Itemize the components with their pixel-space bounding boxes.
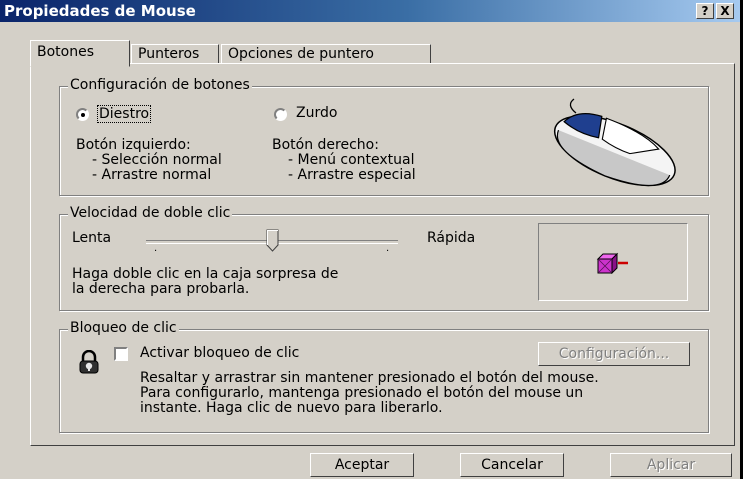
double-click-group: Velocidad de doble clic Lenta Rápida · ·… [59, 205, 709, 311]
slow-label: Lenta [72, 230, 112, 246]
right-button-line-2: - Arrastre especial [288, 167, 416, 183]
right-button-heading: Botón derecho: [272, 137, 379, 153]
click-lock-description-line-1: Resaltar y arrastrar sin mantener presio… [140, 370, 599, 386]
click-lock-group: Bloqueo de clic Activar bloqueo de clic … [59, 320, 709, 433]
click-lock-description-line-2: Para configurarlo, mantenga presionado e… [140, 385, 584, 401]
fast-label: Rápida [427, 230, 476, 246]
button-config-group: Configuración de botones Diestro Zurdo B… [59, 77, 709, 196]
title-bar[interactable]: Propiedades de Mouse ? X [0, 0, 740, 22]
ok-button[interactable]: Aceptar [310, 453, 414, 477]
padlock-icon [79, 350, 99, 374]
click-lock-checkbox[interactable] [114, 347, 128, 361]
left-handed-radio[interactable] [274, 108, 287, 121]
click-lock-legend: Bloqueo de clic [68, 320, 179, 336]
left-button-heading: Botón izquierdo: [76, 137, 191, 153]
right-handed-label[interactable]: Diestro [97, 105, 152, 123]
double-click-legend: Velocidad de doble clic [68, 205, 233, 221]
click-lock-checkbox-label[interactable]: Activar bloqueo de clic [140, 345, 299, 361]
window-title: Propiedades de Mouse [4, 2, 196, 20]
button-config-legend: Configuración de botones [68, 77, 252, 93]
tab-opciones-label: Opciones de puntero [228, 46, 374, 62]
left-button-line-2: - Arrastre normal [92, 167, 212, 183]
tab-panel: Configuración de botones Diestro Zurdo B… [30, 63, 735, 446]
double-click-hint-line-1: Haga doble clic en la caja sorpresa de [72, 266, 339, 282]
click-lock-settings-button[interactable]: Configuración... [538, 342, 690, 366]
click-lock-description-line-3: instante. Haga clic de nuevo para libera… [140, 400, 443, 416]
tab-opciones-de-puntero[interactable]: Opciones de puntero [221, 44, 431, 64]
close-button[interactable]: X [716, 3, 734, 19]
mouse-properties-window: Propiedades de Mouse ? X Botones Puntero… [0, 0, 743, 479]
tab-botones[interactable]: Botones [30, 40, 130, 67]
left-handed-label[interactable]: Zurdo [296, 105, 337, 121]
double-click-hint-line-2: la derecha para probarla. [72, 281, 250, 297]
tab-punteros-label: Punteros [138, 46, 200, 62]
tab-botones-label: Botones [37, 44, 95, 60]
mouse-illustration-icon [553, 98, 676, 187]
apply-button[interactable]: Aplicar [610, 453, 732, 477]
test-area[interactable] [538, 223, 688, 301]
right-button-line-1: - Menú contextual [288, 152, 415, 168]
speed-slider-thumb[interactable] [266, 229, 280, 253]
slider-tick-left: · [154, 246, 158, 257]
left-button-line-1: - Selección normal [92, 152, 222, 168]
cancel-button[interactable]: Cancelar [460, 453, 564, 477]
radio-selected-dot [80, 112, 85, 117]
help-button[interactable]: ? [696, 3, 714, 19]
jack-in-the-box-icon[interactable] [596, 252, 632, 274]
slider-tick-right: · [386, 246, 390, 257]
tab-punteros[interactable]: Punteros [131, 44, 219, 64]
right-handed-radio[interactable] [76, 108, 89, 121]
